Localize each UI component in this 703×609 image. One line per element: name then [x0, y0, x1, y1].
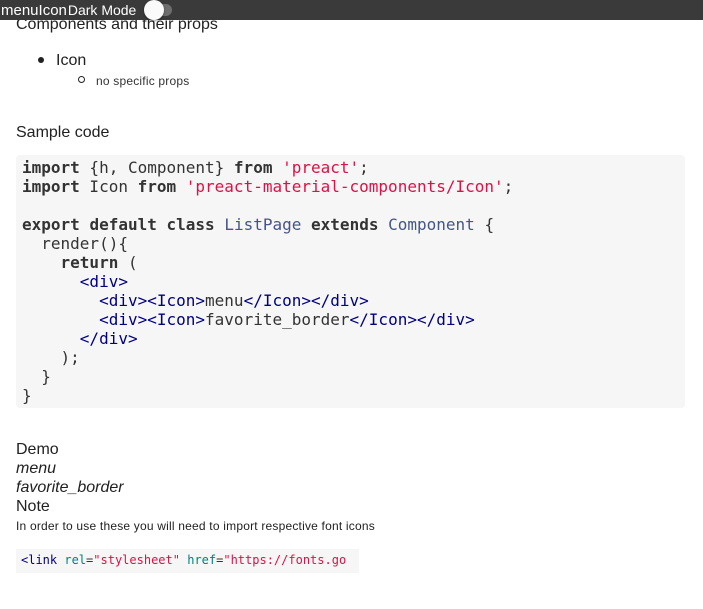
circle-bullet-icon [78, 76, 85, 83]
code-token: favorite_border [205, 310, 350, 329]
code-line: import {h, Component} from 'preact'; [22, 158, 685, 177]
code-token: import [22, 177, 80, 196]
code-line: <div> [22, 272, 685, 291]
code-token: menu [205, 291, 244, 310]
demo-favorite-border-icon: favorite_border [16, 479, 124, 496]
code-token: ( [118, 253, 138, 272]
code-token: <div><Icon> [99, 291, 206, 310]
demo-heading: Demo [16, 441, 59, 458]
code-token: { [474, 215, 495, 234]
code-line: import Icon from 'preact-material-compon… [22, 177, 685, 196]
component-list-item: Icon [56, 52, 87, 69]
snippet-token: "stylesheet" [93, 553, 180, 567]
code-token: Component [388, 215, 475, 234]
code-token: ; [359, 158, 369, 177]
code-token: </Icon></div> [243, 291, 369, 310]
switch-thumb[interactable] [144, 0, 165, 20]
demo-menu-icon: menu [16, 460, 57, 477]
code-token: ; [503, 177, 514, 196]
code-token: extends [311, 215, 379, 234]
code-line: <div><Icon>favorite_border</Icon></div> [22, 310, 685, 329]
note-text: In order to use these you will need to i… [16, 519, 375, 533]
code-line: } [22, 386, 685, 405]
code-token: ); [22, 348, 80, 367]
code-token: from [233, 158, 273, 177]
code-token: import [22, 158, 80, 177]
snippet-token: <link [21, 553, 58, 567]
font-link-snippet: <link rel="stylesheet" href="https://fon… [16, 549, 359, 573]
code-token: from [137, 177, 177, 196]
code-token: 'preact' [282, 158, 360, 177]
dark-mode-label: Dark Mode [67, 2, 137, 18]
code-token: class [166, 215, 215, 234]
code-line: return ( [22, 253, 685, 272]
note-heading: Note [16, 498, 50, 515]
snippet-token: "https://fonts.go [223, 553, 347, 567]
bullet-icon [38, 57, 44, 63]
code-line: <div><Icon>menu</Icon></div> [22, 291, 685, 310]
code-token: } [22, 386, 32, 405]
menu-icon[interactable]: menuIcon [1, 2, 67, 19]
sample-code-heading: Sample code [16, 124, 110, 141]
code-token: <div><Icon> [99, 310, 206, 329]
code-line: export default class ListPage extends Co… [22, 215, 685, 234]
top-app-bar: menuIcon Dark Mode [0, 0, 703, 20]
code-token: Icon [79, 177, 138, 196]
code-token: export [22, 215, 80, 234]
code-line: </div> [22, 329, 685, 348]
component-prop-item: no specific props [96, 74, 190, 88]
code-token: </Icon></div> [349, 310, 475, 329]
code-line: render(){ [22, 234, 685, 253]
code-token: <div> [79, 272, 128, 291]
code-token: </div> [79, 329, 138, 348]
code-line: } [22, 367, 685, 386]
code-token: 'preact-material-components/Icon' [185, 177, 504, 196]
code-line: ); [22, 348, 685, 367]
sample-code-block: import {h, Component} from 'preact'; impo… [16, 155, 685, 408]
snippet-token: href [187, 553, 217, 567]
code-token: render(){ [22, 234, 128, 253]
dark-mode-switch[interactable] [140, 0, 176, 20]
code-token: return [60, 253, 119, 272]
snippet-token: rel [64, 553, 87, 567]
code-token: } [22, 367, 51, 386]
code-token: {h, Component} [79, 158, 234, 177]
code-token: ListPage [224, 215, 302, 234]
code-token: default [89, 215, 157, 234]
